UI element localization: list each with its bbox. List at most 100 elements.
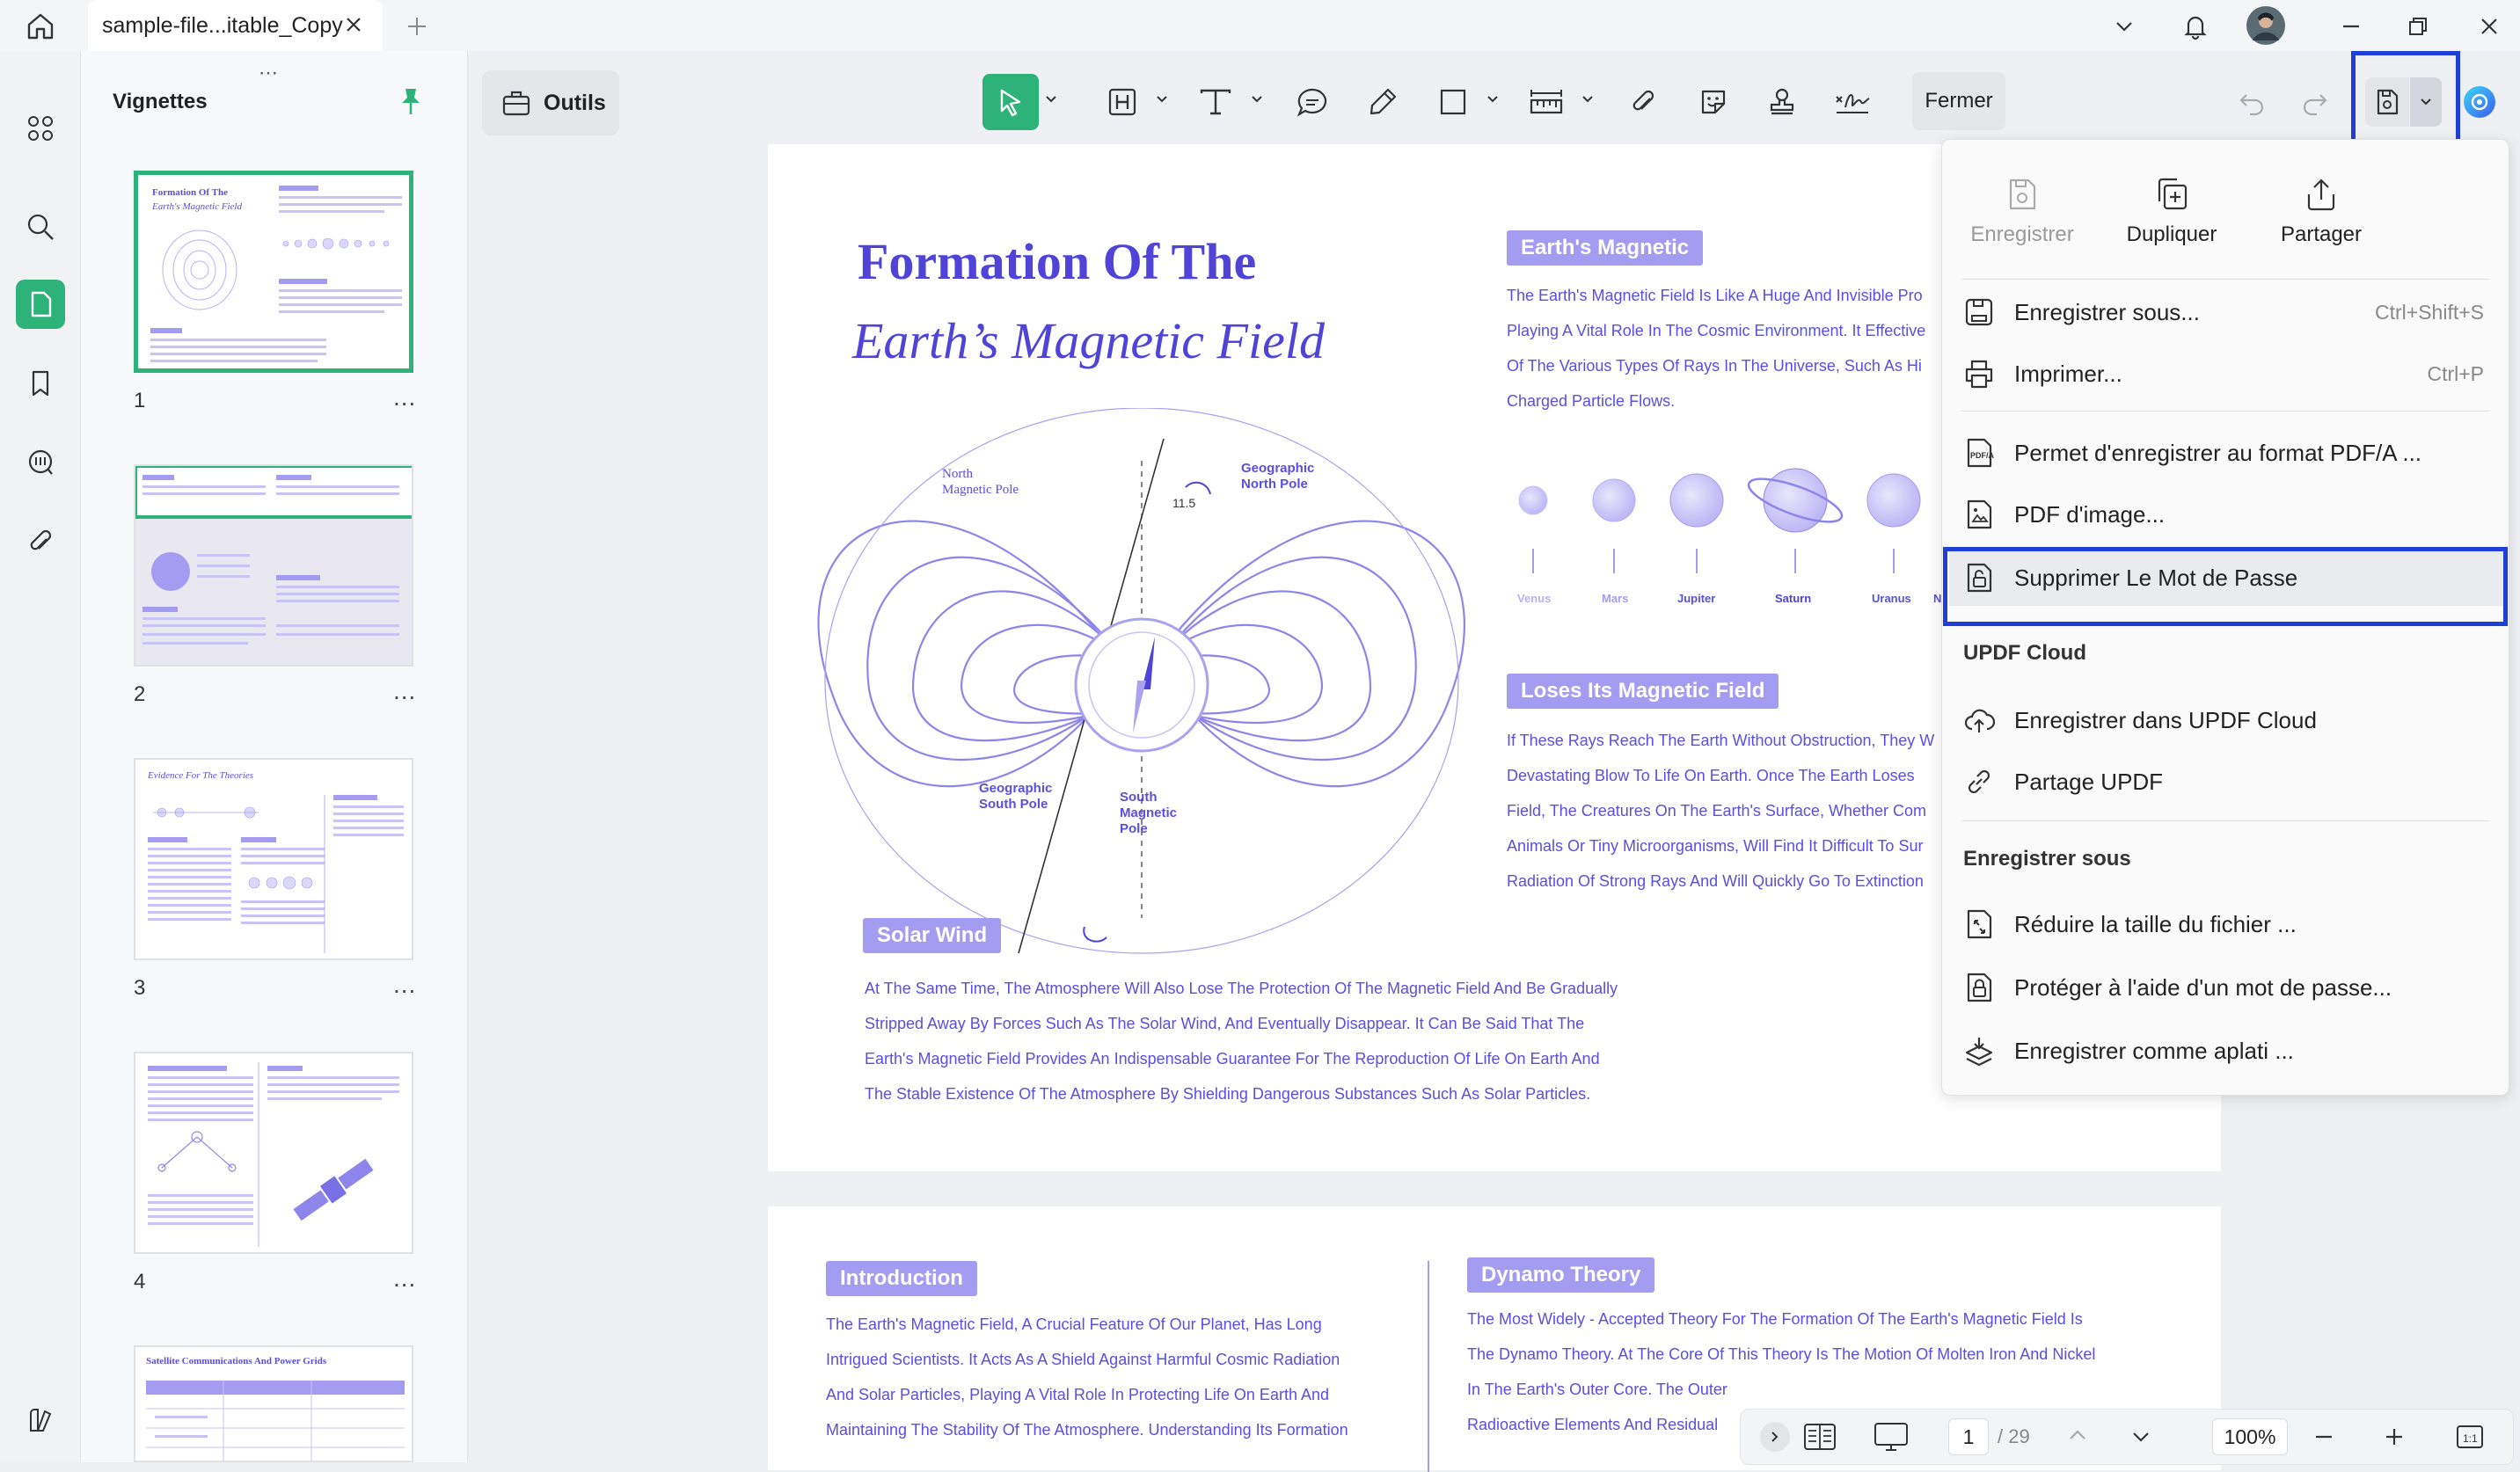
north-magnetic-pole-label: North Magnetic Pole bbox=[942, 466, 1019, 498]
thumbnail-more-button[interactable]: ... bbox=[393, 971, 416, 999]
tools-button[interactable]: Outils bbox=[482, 70, 619, 135]
ai-assistant-icon[interactable] bbox=[2460, 83, 2499, 121]
select-tool-caret-icon[interactable] bbox=[1045, 95, 1057, 104]
protect-password-label: Protéger à l'aide d'un mot de passe... bbox=[2014, 973, 2392, 1001]
search-icon[interactable] bbox=[16, 202, 65, 251]
close-window-icon[interactable] bbox=[2472, 9, 2507, 44]
save-as-icon bbox=[1961, 295, 1997, 330]
new-tab-icon[interactable] bbox=[401, 11, 433, 42]
pin-icon[interactable] bbox=[398, 86, 424, 116]
home-icon[interactable] bbox=[21, 7, 60, 46]
updf-share-item[interactable]: Partage UPDF bbox=[1961, 754, 2493, 810]
apps-grid-icon[interactable] bbox=[16, 104, 65, 153]
next-page-icon[interactable] bbox=[2128, 1424, 2154, 1450]
text-line: The Earth's Magnetic Field Is Like A Hug… bbox=[1507, 287, 1923, 304]
presentation-icon[interactable] bbox=[1873, 1420, 1910, 1454]
text-line: If These Rays Reach The Earth Without Ob… bbox=[1507, 732, 1935, 749]
reduce-size-label: Réduire la taille du fichier ... bbox=[2014, 910, 2297, 937]
duplicate-button[interactable]: Dupliquer bbox=[2097, 175, 2246, 247]
pdfa-icon: PDF/A bbox=[1961, 435, 1997, 470]
shape-tool-icon[interactable] bbox=[1430, 79, 1476, 125]
close-tools-button[interactable]: Fermer bbox=[1912, 72, 2005, 130]
avatar[interactable] bbox=[2246, 5, 2286, 46]
cloud-section-heading: UPDF Cloud bbox=[1963, 641, 2086, 665]
bookmark-icon[interactable] bbox=[16, 359, 65, 408]
text-line: Devastating Blow To Life On Earth. Once … bbox=[1507, 767, 1915, 784]
save-to-cloud-label: Enregistrer dans UPDF Cloud bbox=[2014, 706, 2317, 733]
geo-north-line-1: Geographic bbox=[1241, 461, 1315, 476]
page-thumbnail-4[interactable] bbox=[134, 1052, 413, 1254]
text-line: Radiation Of Strong Rays And Will Quickl… bbox=[1507, 872, 1924, 890]
text-line: Animals Or Tiny Microorganisms, Will Fin… bbox=[1507, 837, 1924, 855]
print-label: Imprimer... bbox=[2014, 360, 2122, 387]
compress-file-icon bbox=[1961, 907, 1997, 942]
shape-tool-caret-icon[interactable] bbox=[1486, 95, 1499, 104]
settings-layers-icon[interactable] bbox=[16, 1396, 65, 1446]
save-pdfa-item[interactable]: PDF/A Permet d'enregistrer au format PDF… bbox=[1961, 425, 2493, 481]
minimize-icon[interactable] bbox=[2334, 9, 2369, 44]
attachment-tool-icon[interactable] bbox=[1620, 79, 1666, 125]
highlight-tool-caret-icon[interactable] bbox=[1156, 95, 1168, 104]
save-button[interactable]: Enregistrer bbox=[1947, 175, 2097, 247]
page-number-input[interactable]: 1 bbox=[1948, 1418, 1989, 1455]
page-thumbnail-5[interactable]: Satellite Communications And Power Grids bbox=[134, 1345, 413, 1462]
previous-page-icon[interactable] bbox=[2064, 1422, 2091, 1448]
save-menu-chevron-icon[interactable] bbox=[2410, 77, 2442, 127]
save-icon[interactable] bbox=[2365, 77, 2409, 127]
actual-size-icon[interactable]: 1:1 bbox=[2455, 1422, 2485, 1452]
planet-label: Uranus bbox=[1872, 592, 1911, 605]
zoom-in-icon[interactable] bbox=[2381, 1424, 2407, 1450]
thumbnails-icon[interactable] bbox=[16, 280, 65, 329]
select-tool-icon[interactable] bbox=[982, 74, 1039, 130]
north-magnetic-line-1: North bbox=[942, 467, 973, 481]
page-thumbnail-2[interactable] bbox=[134, 464, 413, 667]
save-flattened-item[interactable]: Enregistrer comme aplati ... bbox=[1961, 1023, 2493, 1079]
menu-divider bbox=[1961, 411, 2489, 412]
close-tab-icon[interactable] bbox=[340, 11, 367, 38]
image-pdf-item[interactable]: PDF d'image... bbox=[1961, 486, 2493, 543]
attachment-icon[interactable] bbox=[16, 517, 65, 566]
print-item[interactable]: Imprimer... Ctrl+P bbox=[1961, 346, 2493, 402]
reduce-size-item[interactable]: Réduire la taille du fichier ... bbox=[1961, 896, 2493, 952]
expand-chevron-icon[interactable] bbox=[1760, 1422, 1790, 1452]
thumbnail-more-button[interactable]: ... bbox=[393, 677, 416, 705]
signature-tool-icon[interactable] bbox=[1830, 79, 1875, 125]
drag-handle[interactable]: ⋯ bbox=[259, 62, 280, 84]
thumbnail-more-button[interactable]: ... bbox=[393, 383, 416, 412]
chevron-down-icon[interactable] bbox=[2107, 9, 2142, 44]
redo-icon[interactable] bbox=[2292, 79, 2338, 125]
text-line: The Earth's Magnetic Field, A Crucial Fe… bbox=[826, 1315, 1322, 1333]
pen-tool-icon[interactable] bbox=[1360, 79, 1406, 125]
save-to-cloud-item[interactable]: Enregistrer dans UPDF Cloud bbox=[1961, 692, 2493, 748]
south-magnetic-line-2: Magnetic bbox=[1120, 805, 1178, 820]
page-layout-icon[interactable] bbox=[1802, 1420, 1837, 1454]
undo-icon[interactable] bbox=[2229, 79, 2275, 125]
text-tool-icon[interactable] bbox=[1193, 79, 1238, 125]
measure-tool-caret-icon[interactable] bbox=[1581, 95, 1594, 104]
measure-tool-icon[interactable] bbox=[1523, 79, 1569, 125]
planet-labels: Venus Mars Jupiter Saturn Uranus N bbox=[1498, 592, 1942, 613]
document-tab[interactable]: sample-file...itable_Copy bbox=[88, 0, 383, 51]
thumbnail-more-button[interactable]: ... bbox=[393, 1264, 416, 1293]
share-button[interactable]: Partager bbox=[2246, 175, 2396, 247]
stamp-tool-icon[interactable] bbox=[1759, 79, 1805, 125]
page-thumbnail-3[interactable]: Evidence For The Theories bbox=[134, 758, 413, 960]
updf-share-label: Partage UPDF bbox=[2014, 768, 2164, 795]
planet-label: Jupiter bbox=[1677, 592, 1716, 605]
page-thumbnail-1[interactable]: Formation Of The Earth's Magnetic Field bbox=[134, 171, 413, 373]
protect-password-item[interactable]: Protéger à l'aide d'un mot de passe... bbox=[1961, 959, 2493, 1016]
text-tool-caret-icon[interactable] bbox=[1251, 95, 1263, 104]
restore-icon[interactable] bbox=[2400, 9, 2436, 44]
comment-tool-icon[interactable] bbox=[1289, 79, 1335, 125]
highlight-tool-icon[interactable] bbox=[1099, 79, 1145, 125]
document-title: Formation Of The bbox=[858, 233, 1257, 290]
comment-search-icon[interactable] bbox=[16, 438, 65, 487]
flatten-icon bbox=[1961, 1033, 1997, 1068]
save-as-item[interactable]: Enregistrer sous... Ctrl+Shift+S bbox=[1961, 284, 2493, 340]
duplicate-icon bbox=[2152, 175, 2191, 214]
zoom-out-icon[interactable] bbox=[2311, 1424, 2337, 1450]
bell-icon[interactable] bbox=[2178, 9, 2213, 44]
zoom-level-input[interactable]: 100% bbox=[2212, 1418, 2288, 1455]
sticker-tool-icon[interactable] bbox=[1691, 79, 1736, 125]
document-subtitle: Earth’s Magnetic Field bbox=[852, 312, 1325, 369]
